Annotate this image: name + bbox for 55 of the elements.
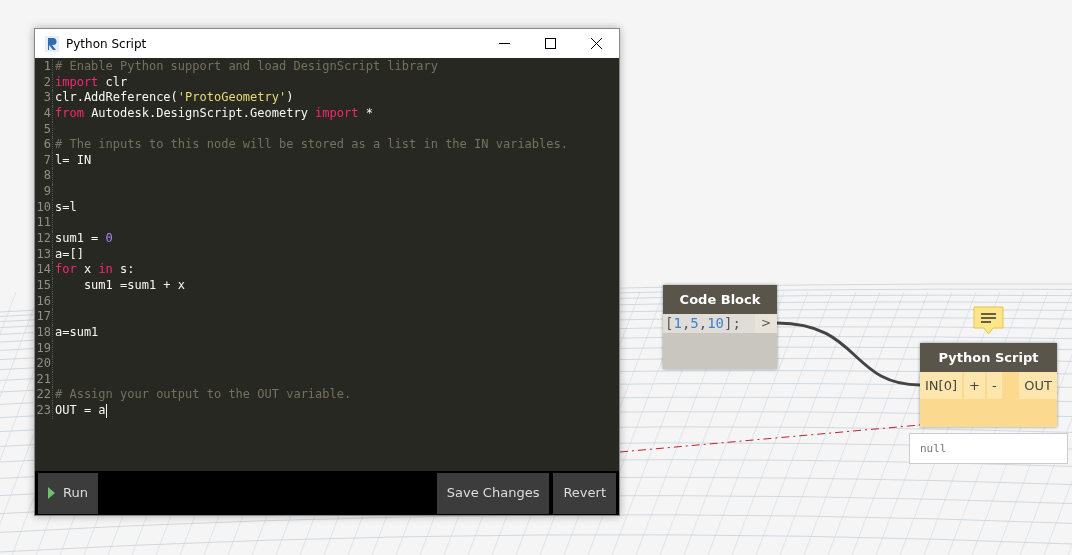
line-number: 16 (35, 293, 53, 310)
line-number: 7 (35, 152, 53, 169)
line-number: 13 (35, 246, 53, 263)
remove-input-button[interactable]: - (986, 372, 1002, 399)
line-number: 14 (35, 262, 53, 278)
code-line: OUT = a (54, 403, 107, 419)
add-input-button[interactable]: + (964, 372, 985, 399)
code-line: # The inputs to this node will be stored as a list in the IN variables. (54, 137, 568, 153)
line-number: 18 (35, 324, 53, 341)
preview-bubble: null (909, 433, 1068, 464)
line-number: 8 (35, 168, 53, 185)
maximize-icon (544, 38, 556, 49)
close-icon (590, 38, 602, 49)
note-icon (973, 306, 1004, 336)
run-button[interactable]: Run (38, 472, 98, 514)
code-line: clr.AddReference('ProtoGeometry') (54, 90, 294, 106)
line-number: 6 (35, 137, 53, 153)
code-line: # Enable Python support and load DesignScript library (54, 59, 438, 75)
revert-button[interactable]: Revert (553, 472, 616, 514)
line-number: 17 (35, 309, 53, 325)
code-line: # Assign your output to the OUT variable. (54, 387, 352, 404)
code-line: a=sum1 (54, 324, 99, 341)
code-line: from Autodesk.DesignScript.Geometry import * (54, 105, 373, 122)
code-line: s=l (54, 199, 77, 216)
line-number: 22 (35, 387, 53, 404)
line-number: 11 (35, 215, 53, 232)
line-number: 15 (35, 277, 53, 294)
line-number: 4 (35, 105, 53, 122)
window-title: Python Script (66, 35, 147, 53)
input-port[interactable]: IN[0] (920, 372, 962, 399)
app-icon (45, 35, 59, 52)
line-number: 3 (35, 90, 53, 106)
line-number: 12 (35, 231, 53, 247)
code-line: sum1 = 0 (54, 231, 113, 247)
line-number: 21 (35, 371, 53, 388)
code-input[interactable]: [1,5,10]; (663, 314, 755, 333)
code-line: a=[] (54, 246, 84, 263)
save-button[interactable]: Save Changes (436, 472, 550, 514)
code-line: l= IN (54, 152, 92, 169)
play-icon (48, 487, 55, 499)
node-title: Python Script (920, 343, 1057, 372)
code-line: sum1 =sum1 + x (82, 277, 186, 294)
line-number: 1 (35, 59, 53, 75)
line-number: 5 (35, 121, 53, 138)
line-number: 9 (35, 184, 53, 200)
code-line: for x in s: (54, 262, 135, 278)
line-number: 19 (35, 340, 53, 357)
line-number: 10 (35, 199, 53, 216)
line-number: 2 (35, 74, 53, 91)
node-title: Code Block (663, 285, 777, 314)
code-line: import clr (54, 74, 128, 91)
line-number: 23 (35, 403, 53, 419)
line-number: 20 (35, 356, 53, 372)
output-port[interactable]: > (754, 314, 777, 333)
output-port[interactable]: OUT (1019, 372, 1057, 399)
